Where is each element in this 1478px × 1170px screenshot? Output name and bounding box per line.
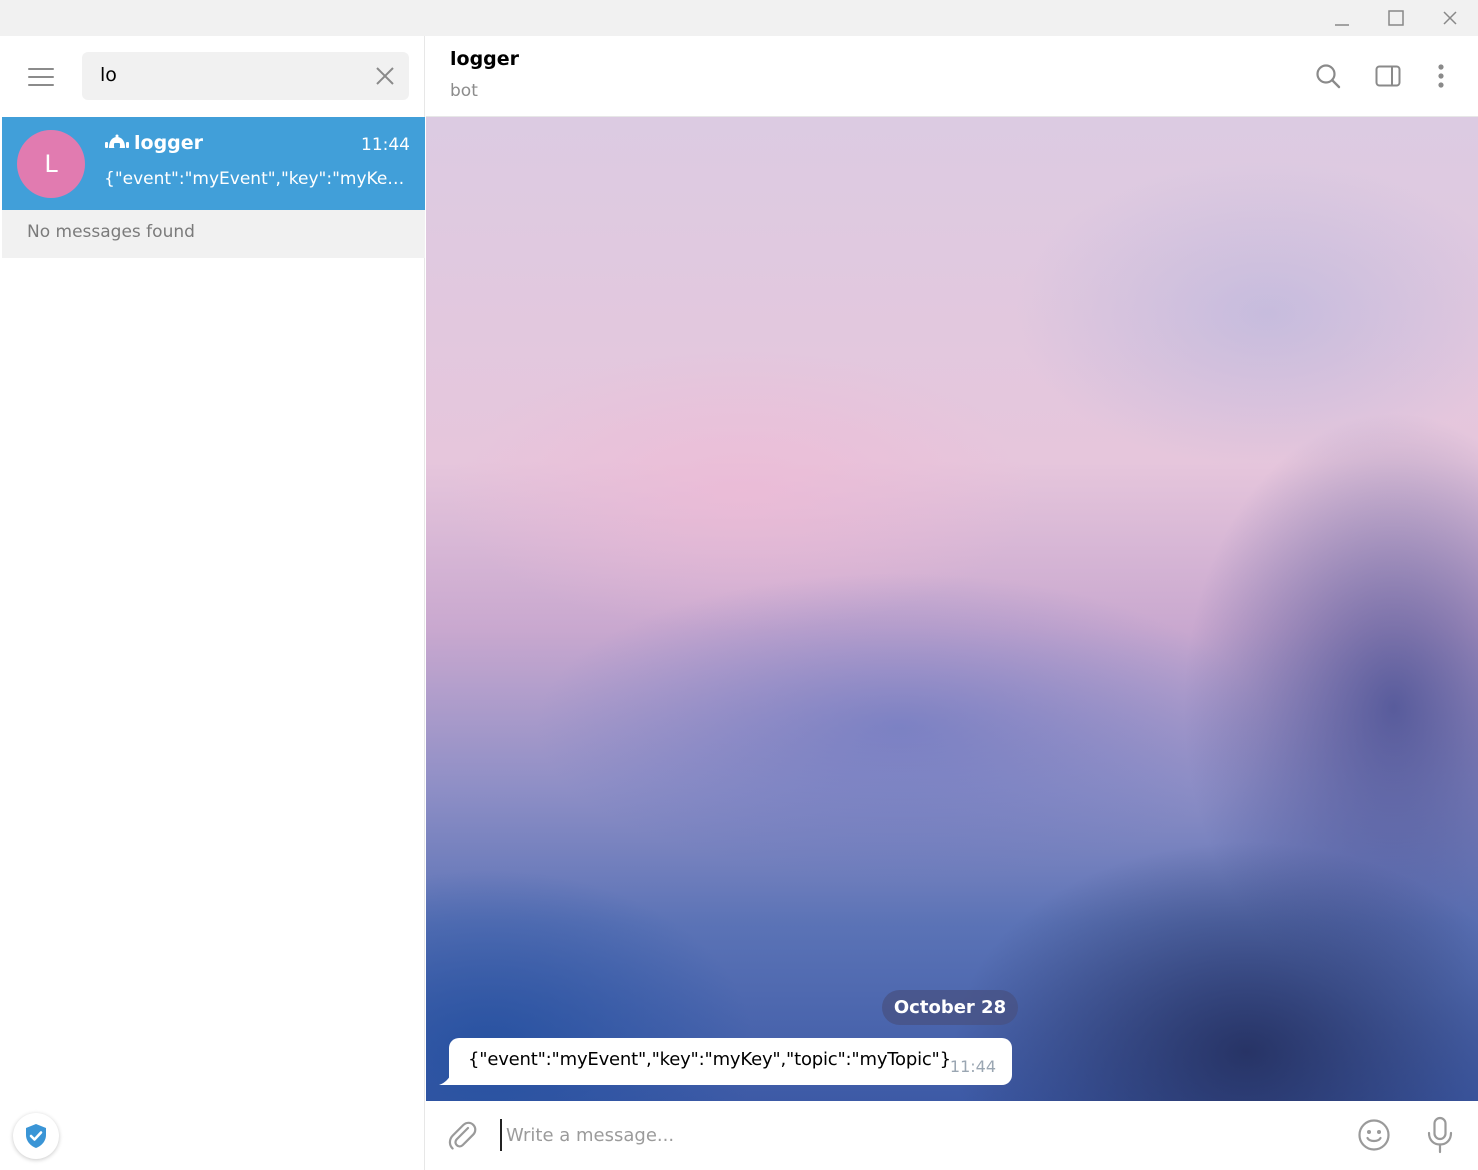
paperclip-icon: [448, 1121, 477, 1150]
voice-message-button[interactable]: [1422, 1115, 1458, 1155]
bot-icon: [105, 134, 129, 148]
minimize-icon: [1335, 24, 1349, 26]
message-bubble[interactable]: {"event":"myEvent","key":"myKey","topic"…: [439, 1038, 1012, 1085]
avatar: L: [17, 130, 85, 198]
shield-check-icon: [26, 1124, 46, 1148]
chat-time: 11:44: [361, 135, 410, 155]
hamburger-icon: [28, 68, 54, 70]
search-field[interactable]: lo: [82, 52, 409, 100]
hamburger-icon-line: [28, 84, 54, 86]
chat-list-item-logger[interactable]: L logger 11:44 {"event":"myEvent","key":…: [2, 117, 425, 210]
message-input[interactable]: [500, 1119, 1340, 1151]
close-window-button[interactable]: [1423, 0, 1477, 36]
chat-title[interactable]: logger: [450, 48, 519, 70]
sidebar-toggle-icon: [1375, 65, 1401, 87]
more-options-button[interactable]: [1425, 60, 1457, 92]
telegram-window: lo L logger 11:44 {"event":"myEvent","ke…: [0, 0, 1478, 1170]
message-composer: [426, 1101, 1478, 1170]
message-time: 11:44: [949, 1057, 996, 1076]
hamburger-icon-line: [28, 76, 54, 78]
security-button[interactable]: [13, 1113, 59, 1159]
search-icon: [1316, 64, 1341, 89]
menu-button[interactable]: [26, 66, 58, 88]
toggle-sidebar-button[interactable]: [1372, 60, 1404, 92]
chat-history[interactable]: [426, 117, 1478, 1101]
emoji-icon: [1358, 1119, 1390, 1151]
close-icon: [376, 67, 394, 85]
search-input[interactable]: lo: [100, 64, 117, 86]
no-messages-label: No messages found: [27, 222, 195, 242]
avatar-letter: L: [44, 150, 58, 178]
emoji-button[interactable]: [1356, 1117, 1392, 1153]
clear-search-button[interactable]: [373, 64, 397, 88]
sidebar: lo L logger 11:44 {"event":"myEvent","ke…: [2, 36, 425, 1170]
chat-subtitle: bot: [450, 81, 478, 101]
more-vertical-icon: [1438, 64, 1444, 88]
search-chat-button[interactable]: [1312, 60, 1344, 92]
maximize-icon: [1388, 10, 1404, 26]
bubble-tail: [439, 1071, 453, 1085]
close-icon: [1443, 11, 1457, 25]
messages-search-status: No messages found: [2, 210, 425, 258]
microphone-icon: [1427, 1116, 1453, 1154]
date-divider: October 28: [882, 990, 1018, 1025]
attach-button[interactable]: [444, 1117, 480, 1153]
title-bar: [0, 0, 1478, 36]
chat-header: logger bot: [426, 36, 1478, 117]
message-text: {"event":"myEvent","key":"myKey","topic"…: [468, 1049, 951, 1070]
maximize-button[interactable]: [1369, 0, 1423, 36]
chat-name: logger: [134, 132, 204, 154]
date-divider-label: October 28: [893, 997, 1007, 1018]
minimize-button[interactable]: [1315, 0, 1369, 36]
chat-preview: {"event":"myEvent","key":"myKey","topic"…: [104, 169, 410, 189]
